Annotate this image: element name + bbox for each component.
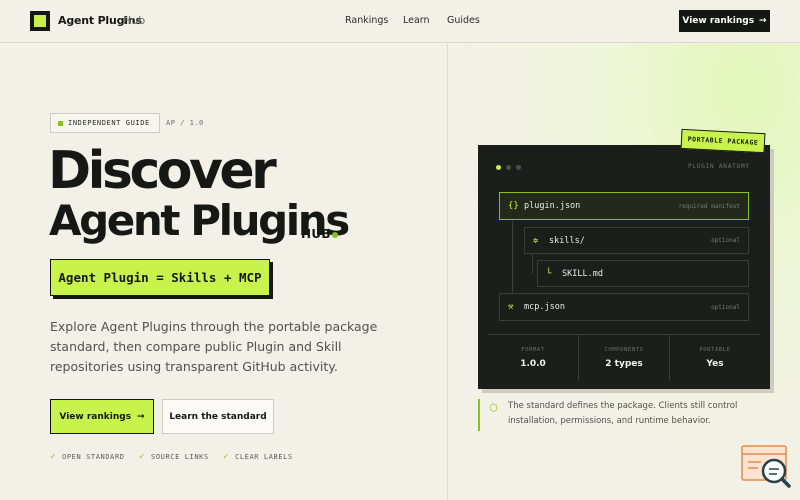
- braces-icon: {}: [508, 201, 519, 211]
- badge-dot-icon: [58, 120, 63, 126]
- stat-key: FORMAT: [521, 346, 545, 353]
- stat-key: COMPONENTS: [604, 346, 644, 353]
- learn-standard-button[interactable]: Learn the standard: [162, 399, 274, 434]
- tree-line: [532, 254, 533, 274]
- header-view-rankings-button[interactable]: View rankings →: [679, 10, 770, 32]
- page-title-line1: Discover: [48, 141, 277, 201]
- formula-box: Agent Plugin = Skills + MCP: [50, 259, 270, 296]
- dot-icon: [516, 165, 521, 170]
- search-help-widget-icon[interactable]: [741, 445, 793, 489]
- view-rankings-label: View rankings: [59, 411, 132, 422]
- stat-value: 1.0.0: [520, 358, 546, 369]
- nav-rankings[interactable]: Rankings: [345, 15, 388, 26]
- anatomy-label: PLUGIN ANATOMY: [688, 163, 750, 170]
- nav-guides[interactable]: Guides: [447, 15, 480, 26]
- stat-value: 2 types: [605, 358, 643, 369]
- version-label: AP / 1.0: [166, 119, 204, 127]
- row-plugin-json: {} plugin.json required manifest: [499, 192, 749, 220]
- brand-sub: Hub: [123, 14, 146, 27]
- feature-open-standard: ✓ OPEN STANDARD: [50, 452, 125, 462]
- check-icon: ✓: [139, 452, 146, 462]
- feature-source-links: ✓ SOURCE LINKS: [139, 452, 209, 462]
- independent-guide-badge: INDEPENDENT GUIDE: [50, 113, 160, 133]
- sparkle-icon: ✲: [533, 235, 539, 246]
- anatomy-stats: FORMAT 1.0.0 COMPONENTS 2 types PORTABLE…: [488, 334, 760, 380]
- row-note: optional: [711, 303, 740, 311]
- dot-icon: [496, 165, 501, 170]
- learn-standard-label: Learn the standard: [169, 411, 267, 422]
- row-note: required manifest: [678, 202, 740, 210]
- feature-clear-labels: ✓ CLEAR LABELS: [223, 452, 293, 462]
- site-header: Agent Plugins Hub Rankings Learn Guides …: [0, 0, 800, 43]
- feature-label: SOURCE LINKS: [151, 453, 209, 461]
- row-name: skills/: [549, 235, 585, 246]
- standard-note: The standard defines the package. Client…: [478, 399, 778, 431]
- row-note: optional: [711, 237, 740, 244]
- wrench-icon: ⚒: [508, 302, 514, 312]
- badge-label: INDEPENDENT GUIDE: [68, 119, 150, 127]
- check-icon: ✓: [223, 452, 230, 462]
- row-mcp-json: ⚒ mcp.json optional: [499, 293, 749, 321]
- nav-learn[interactable]: Learn: [403, 15, 430, 26]
- title-dot-icon: [332, 232, 338, 238]
- arrow-right-icon: →: [137, 411, 145, 422]
- arrow-right-icon: →: [759, 16, 767, 26]
- view-rankings-button[interactable]: View rankings →: [50, 399, 154, 434]
- feature-label: CLEAR LABELS: [235, 453, 293, 461]
- tree-line: [512, 221, 513, 293]
- stat-components: COMPONENTS 2 types: [578, 335, 669, 380]
- stat-format: FORMAT 1.0.0: [488, 335, 578, 380]
- header-cta-label: View rankings: [682, 16, 755, 26]
- stat-key: PORTABLE: [699, 346, 731, 353]
- check-icon: ✓: [50, 452, 57, 462]
- row-skill-md: └ SKILL.md: [537, 260, 749, 287]
- dot-icon: [506, 165, 511, 170]
- stat-portable: PORTABLE Yes: [669, 335, 760, 380]
- hero-description: Explore Agent Plugins through the portab…: [50, 319, 378, 374]
- stat-value: Yes: [706, 358, 724, 369]
- row-name: SKILL.md: [562, 268, 603, 279]
- title-suffix: HUB: [301, 227, 331, 241]
- branch-icon: └: [546, 268, 552, 279]
- logo-icon[interactable]: [30, 11, 50, 31]
- row-skills: ✲ skills/ optional: [524, 227, 749, 254]
- row-name: mcp.json: [524, 302, 565, 312]
- feature-label: OPEN STANDARD: [62, 453, 125, 461]
- row-name: plugin.json: [524, 201, 581, 211]
